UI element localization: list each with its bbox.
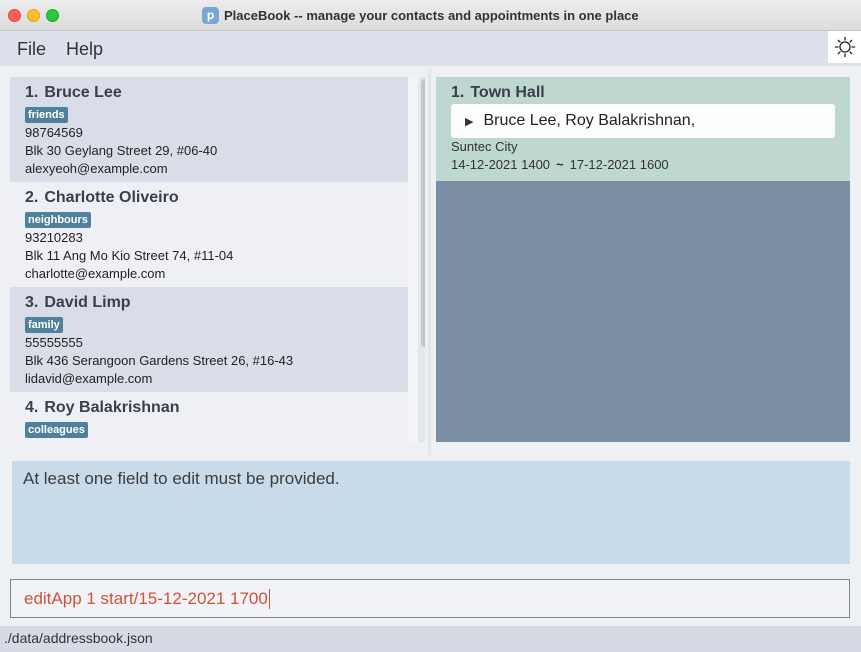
panel-divider[interactable]: [428, 70, 431, 455]
status-bar: ./data/addressbook.json: [0, 626, 861, 652]
person-list-panel[interactable]: 1. Bruce Lee friends 98764569 Blk 30 Geyl…: [10, 77, 425, 442]
text-caret: [268, 588, 270, 609]
person-index: 1.: [25, 84, 39, 101]
person-index: 4.: [25, 399, 39, 416]
person-list-scrollbar[interactable]: [418, 77, 425, 442]
appointment-times: 14-12-2021 1400 ~17-12-2021 1600: [451, 157, 669, 172]
maximize-window-button[interactable]: [46, 9, 59, 22]
title-bar: p PlaceBook -- manage your contacts and …: [0, 0, 861, 31]
close-window-button[interactable]: [8, 9, 21, 22]
appointment-people-dropdown[interactable]: ▶ Bruce Lee, Roy Balakrishnan,: [451, 104, 835, 138]
minimize-window-button[interactable]: [27, 9, 40, 22]
sun-icon: [834, 36, 855, 58]
person-phone: 93210283: [25, 230, 83, 245]
theme-toggle-button[interactable]: [828, 31, 861, 63]
menu-help[interactable]: Help: [66, 39, 103, 60]
person-card[interactable]: 1. Bruce Lee friends 98764569 Blk 30 Geyl…: [10, 77, 408, 182]
person-tag: family: [25, 317, 63, 333]
command-text: editApp 1 start/15-12-2021 1700: [24, 588, 268, 608]
person-address: Blk 30 Geylang Street 29, #06-40: [25, 143, 218, 158]
appointment-end: 17-12-2021 1600: [569, 157, 669, 172]
person-card[interactable]: 4. Roy Balakrishnan colleagues: [10, 392, 408, 442]
person-email: charlotte@example.com: [25, 266, 166, 281]
person-name: Charlotte Oliveiro: [44, 189, 179, 206]
person-phone: 98764569: [25, 125, 83, 140]
person-index: 3.: [25, 294, 39, 311]
person-address: Blk 436 Serangoon Gardens Street 26, #16…: [25, 353, 294, 368]
result-message: At least one field to edit must be provi…: [23, 469, 340, 488]
appointment-location: Suntec City: [451, 139, 518, 154]
appointment-card[interactable]: 1. Town Hall ▶ Bruce Lee, Roy Balakrishna…: [436, 77, 850, 181]
menu-file[interactable]: File: [17, 39, 46, 60]
person-email: alexyeoh@example.com: [25, 161, 168, 176]
person-email: lidavid@example.com: [25, 371, 153, 386]
person-index: 2.: [25, 189, 39, 206]
appointment-list-panel[interactable]: 1. Town Hall ▶ Bruce Lee, Roy Balakrishna…: [436, 77, 850, 442]
result-display: At least one field to edit must be provi…: [12, 461, 850, 564]
person-card[interactable]: 2. Charlotte Oliveiro neighbours 93210283…: [10, 182, 408, 287]
scrollbar-thumb[interactable]: [421, 79, 425, 347]
person-phone: 55555555: [25, 335, 83, 350]
appointment-people: Bruce Lee, Roy Balakrishnan,: [483, 112, 696, 129]
person-tag: colleagues: [25, 422, 88, 438]
person-tag: friends: [25, 107, 68, 123]
appointment-title: Town Hall: [470, 84, 545, 101]
app-icon: p: [202, 7, 219, 24]
window-title: PlaceBook -- manage your contacts and ap…: [224, 8, 639, 23]
appointment-start: 14-12-2021 1400: [451, 157, 551, 172]
person-address: Blk 11 Ang Mo Kio Street 74, #11-04: [25, 248, 234, 263]
command-input[interactable]: editApp 1 start/15-12-2021 1700: [10, 579, 850, 618]
menu-bar: File Help: [0, 31, 861, 66]
person-name: Roy Balakrishnan: [44, 399, 180, 416]
time-separator: ~: [556, 157, 564, 172]
person-name: Bruce Lee: [44, 84, 122, 101]
person-tag: neighbours: [25, 212, 91, 228]
appointment-index: 1.: [451, 84, 465, 101]
person-card[interactable]: 3. David Limp family 55555555 Blk 436 Ser…: [10, 287, 408, 392]
expand-triangle-icon: ▶: [465, 115, 474, 128]
person-name: David Limp: [44, 294, 131, 311]
status-file-path: ./data/addressbook.json: [4, 630, 153, 646]
